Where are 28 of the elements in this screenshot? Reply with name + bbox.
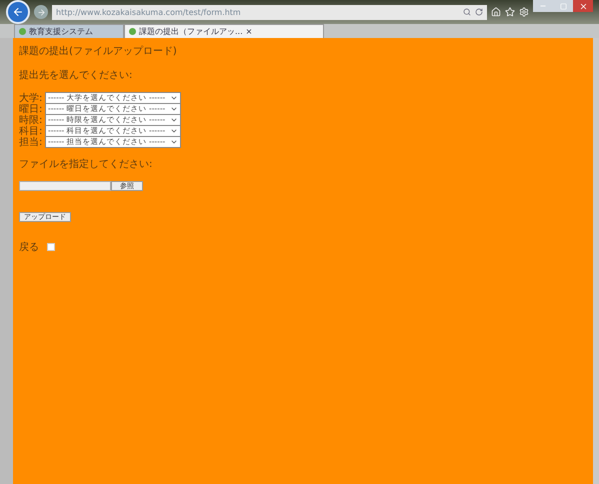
close-icon	[578, 2, 588, 10]
tab-close[interactable]: ×	[246, 27, 252, 36]
file-path-field[interactable]	[19, 181, 111, 191]
page-icon	[19, 28, 26, 35]
field-label: 科目:	[19, 124, 43, 136]
browser-tab[interactable]: 課題の提出（ファイルアッ... ×	[124, 24, 324, 38]
settings-icon[interactable]	[519, 7, 529, 17]
star-icon[interactable]	[505, 7, 515, 17]
close-button[interactable]	[573, 0, 593, 12]
page-title: 課題の提出(ファイルアップロード)	[19, 44, 178, 58]
back-label: 戻る	[19, 240, 39, 254]
field-label: 大学:	[19, 92, 43, 104]
refresh-icon[interactable]	[475, 8, 483, 16]
maximize-icon	[560, 2, 566, 10]
file-prompt: ファイルを指定してください:	[19, 158, 154, 171]
field-label: 担当:	[19, 135, 43, 148]
search-icon[interactable]	[463, 8, 471, 16]
select-prompt: 提出先を選んでください:	[19, 68, 134, 82]
back-arrow-icon	[12, 6, 24, 18]
forward-button[interactable]	[34, 5, 48, 19]
field-label: 曜日:	[19, 102, 43, 114]
back-button[interactable]	[6, 0, 30, 24]
home-icon[interactable]	[491, 7, 501, 17]
browser-tab[interactable]: 教育支援システム	[14, 24, 124, 38]
back-checkbox[interactable]	[47, 243, 55, 251]
forward-arrow-icon	[36, 8, 46, 16]
field-label: 時限:	[19, 113, 43, 126]
page-icon	[129, 28, 136, 35]
